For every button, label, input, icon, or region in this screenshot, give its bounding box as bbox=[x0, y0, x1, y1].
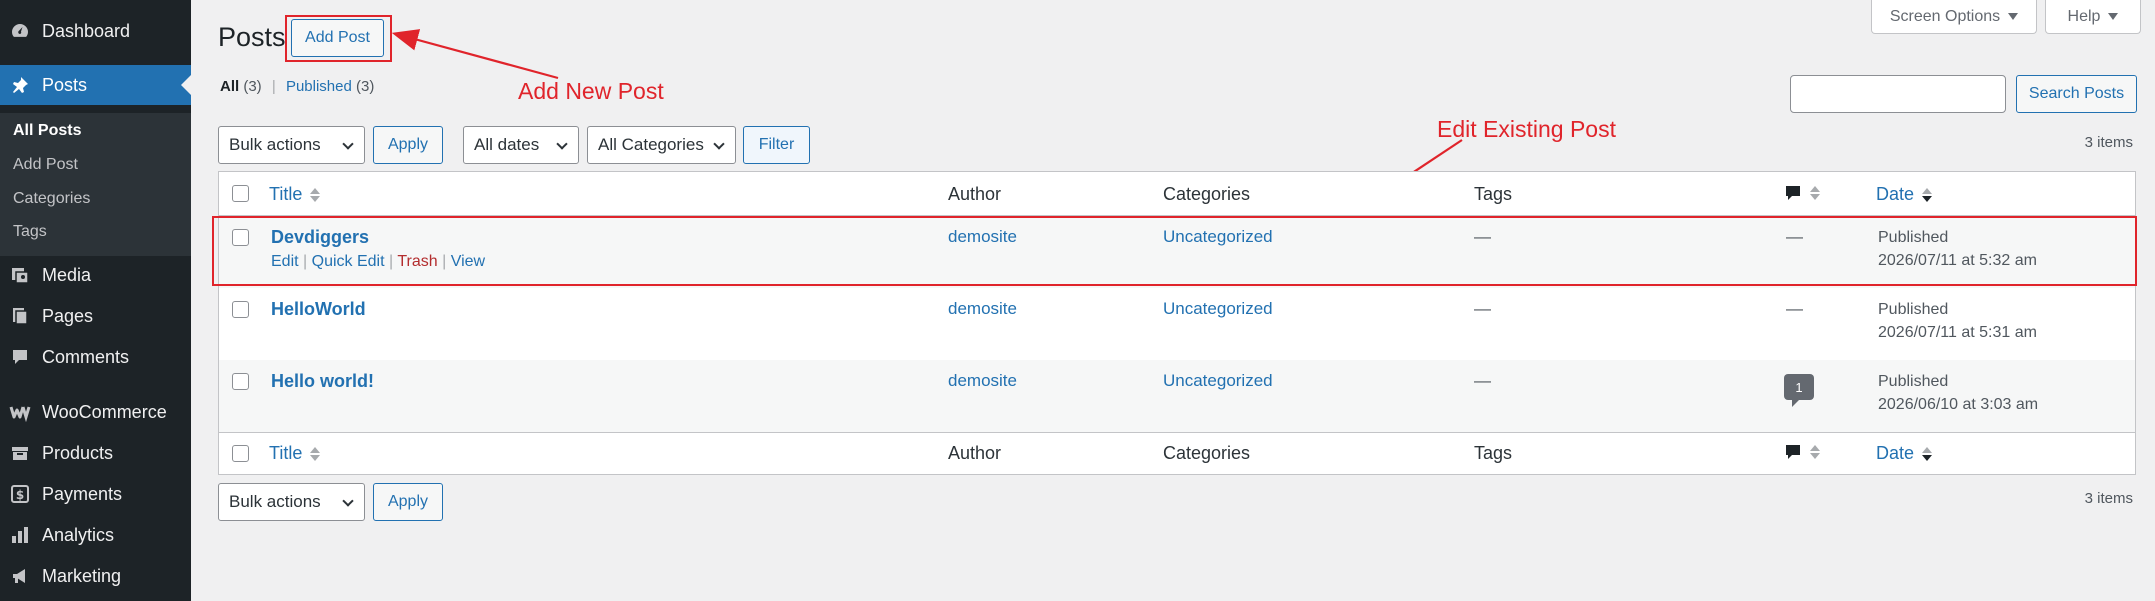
row-checkbox[interactable] bbox=[232, 301, 249, 318]
comment-count-bubble[interactable]: 1 bbox=[1784, 374, 1814, 407]
arrow-to-add-post bbox=[391, 29, 559, 80]
table-footer-row: Title Author Categories Tags Date bbox=[219, 432, 2135, 476]
apply-button-bottom[interactable]: Apply bbox=[373, 483, 443, 521]
column-author-footer: Author bbox=[948, 443, 1002, 463]
post-title-link[interactable]: Hello world! bbox=[271, 371, 374, 392]
search-posts-input[interactable] bbox=[1790, 75, 2006, 113]
sort-icon bbox=[1922, 187, 1933, 202]
column-title-label: Title bbox=[269, 443, 303, 463]
sort-icon bbox=[1922, 446, 1933, 461]
table-row: Hello world! demosite Uncategorized — 1 … bbox=[219, 360, 2135, 432]
filter-published-count: (3) bbox=[356, 78, 375, 95]
filter-all-label: All bbox=[220, 78, 240, 95]
category-link[interactable]: Uncategorized bbox=[1163, 299, 1273, 319]
annotation-add-new-post: Add New Post bbox=[518, 78, 664, 104]
category-link[interactable]: Uncategorized bbox=[1163, 371, 1273, 391]
sort-icon bbox=[1810, 445, 1820, 459]
column-date-label: Date bbox=[1876, 443, 1915, 463]
column-date-label: Date bbox=[1876, 184, 1915, 204]
tags-value: — bbox=[1474, 371, 1491, 390]
annotation-highlight-existing-post bbox=[212, 216, 2137, 286]
bulk-actions-value: Bulk actions bbox=[229, 135, 321, 154]
column-categories-footer: Categories bbox=[1163, 443, 1251, 463]
table-header-row: Title Author Categories Tags Date bbox=[219, 172, 2135, 216]
items-count-top: 3 items bbox=[2084, 134, 2133, 151]
column-comments-header[interactable] bbox=[1784, 184, 1820, 202]
dates-filter-value: All dates bbox=[474, 135, 540, 154]
select-all-checkbox[interactable] bbox=[232, 185, 249, 202]
sort-icon bbox=[310, 187, 321, 202]
sort-icon bbox=[310, 446, 321, 461]
filter-separator: | bbox=[271, 78, 276, 95]
author-link[interactable]: demosite bbox=[948, 299, 1017, 319]
bulk-actions-select-top[interactable]: Bulk actions bbox=[218, 126, 365, 164]
column-comments-footer[interactable] bbox=[1784, 443, 1820, 461]
search-posts-button[interactable]: Search Posts bbox=[2016, 75, 2137, 113]
column-date-header[interactable]: Date bbox=[1876, 184, 1933, 205]
post-title-link[interactable]: HelloWorld bbox=[271, 299, 366, 320]
bulk-actions-value: Bulk actions bbox=[229, 492, 321, 511]
filter-published-label: Published bbox=[285, 78, 352, 95]
sort-icon bbox=[1810, 186, 1820, 200]
select-all-checkbox-footer[interactable] bbox=[232, 445, 249, 462]
author-link[interactable]: demosite bbox=[948, 371, 1017, 391]
table-row: HelloWorld demosite Uncategorized — — Pu… bbox=[219, 288, 2135, 360]
column-title-header[interactable]: Title bbox=[269, 184, 321, 205]
column-title-footer[interactable]: Title bbox=[269, 443, 321, 464]
categories-filter-select[interactable]: All Categories bbox=[587, 126, 736, 164]
filter-all-link[interactable]: All (3) bbox=[220, 78, 262, 95]
post-status: Published bbox=[1878, 373, 1949, 390]
post-status: Published bbox=[1878, 301, 1949, 318]
column-title-label: Title bbox=[269, 184, 303, 204]
column-tags-header: Tags bbox=[1474, 184, 1513, 204]
tags-value: — bbox=[1474, 299, 1491, 318]
column-date-footer[interactable]: Date bbox=[1876, 443, 1933, 464]
annotation-edit-existing-post: Edit Existing Post bbox=[1437, 116, 1616, 142]
date-cell: Published 2026/07/11 at 5:31 am bbox=[1878, 298, 2037, 344]
column-tags-footer: Tags bbox=[1474, 443, 1513, 463]
comment-icon bbox=[1786, 445, 1800, 459]
apply-button-top[interactable]: Apply bbox=[373, 126, 443, 164]
column-categories-header: Categories bbox=[1163, 184, 1251, 204]
filter-all-count: (3) bbox=[243, 78, 262, 95]
filter-published-link[interactable]: Published (3) bbox=[286, 78, 374, 95]
filter-button[interactable]: Filter bbox=[743, 126, 810, 164]
status-filter-links: All (3) | Published (3) bbox=[220, 78, 374, 95]
bulk-actions-select-bottom[interactable]: Bulk actions bbox=[218, 483, 365, 521]
date-cell: Published 2026/06/10 at 3:03 am bbox=[1878, 370, 2038, 416]
column-author-header: Author bbox=[948, 184, 1002, 204]
chevron-down-icon bbox=[713, 138, 725, 150]
items-count-bottom: 3 items bbox=[2084, 490, 2133, 507]
comments-value: — bbox=[1786, 299, 1803, 318]
comment-icon bbox=[1786, 186, 1800, 200]
post-date: 2026/07/11 at 5:31 am bbox=[1878, 324, 2037, 341]
dates-filter-select[interactable]: All dates bbox=[463, 126, 579, 164]
chevron-down-icon bbox=[556, 138, 568, 150]
categories-filter-value: All Categories bbox=[598, 135, 704, 154]
chevron-down-icon bbox=[342, 495, 354, 507]
chevron-down-icon bbox=[342, 138, 354, 150]
row-checkbox[interactable] bbox=[232, 373, 249, 390]
post-date: 2026/06/10 at 3:03 am bbox=[1878, 396, 2039, 413]
